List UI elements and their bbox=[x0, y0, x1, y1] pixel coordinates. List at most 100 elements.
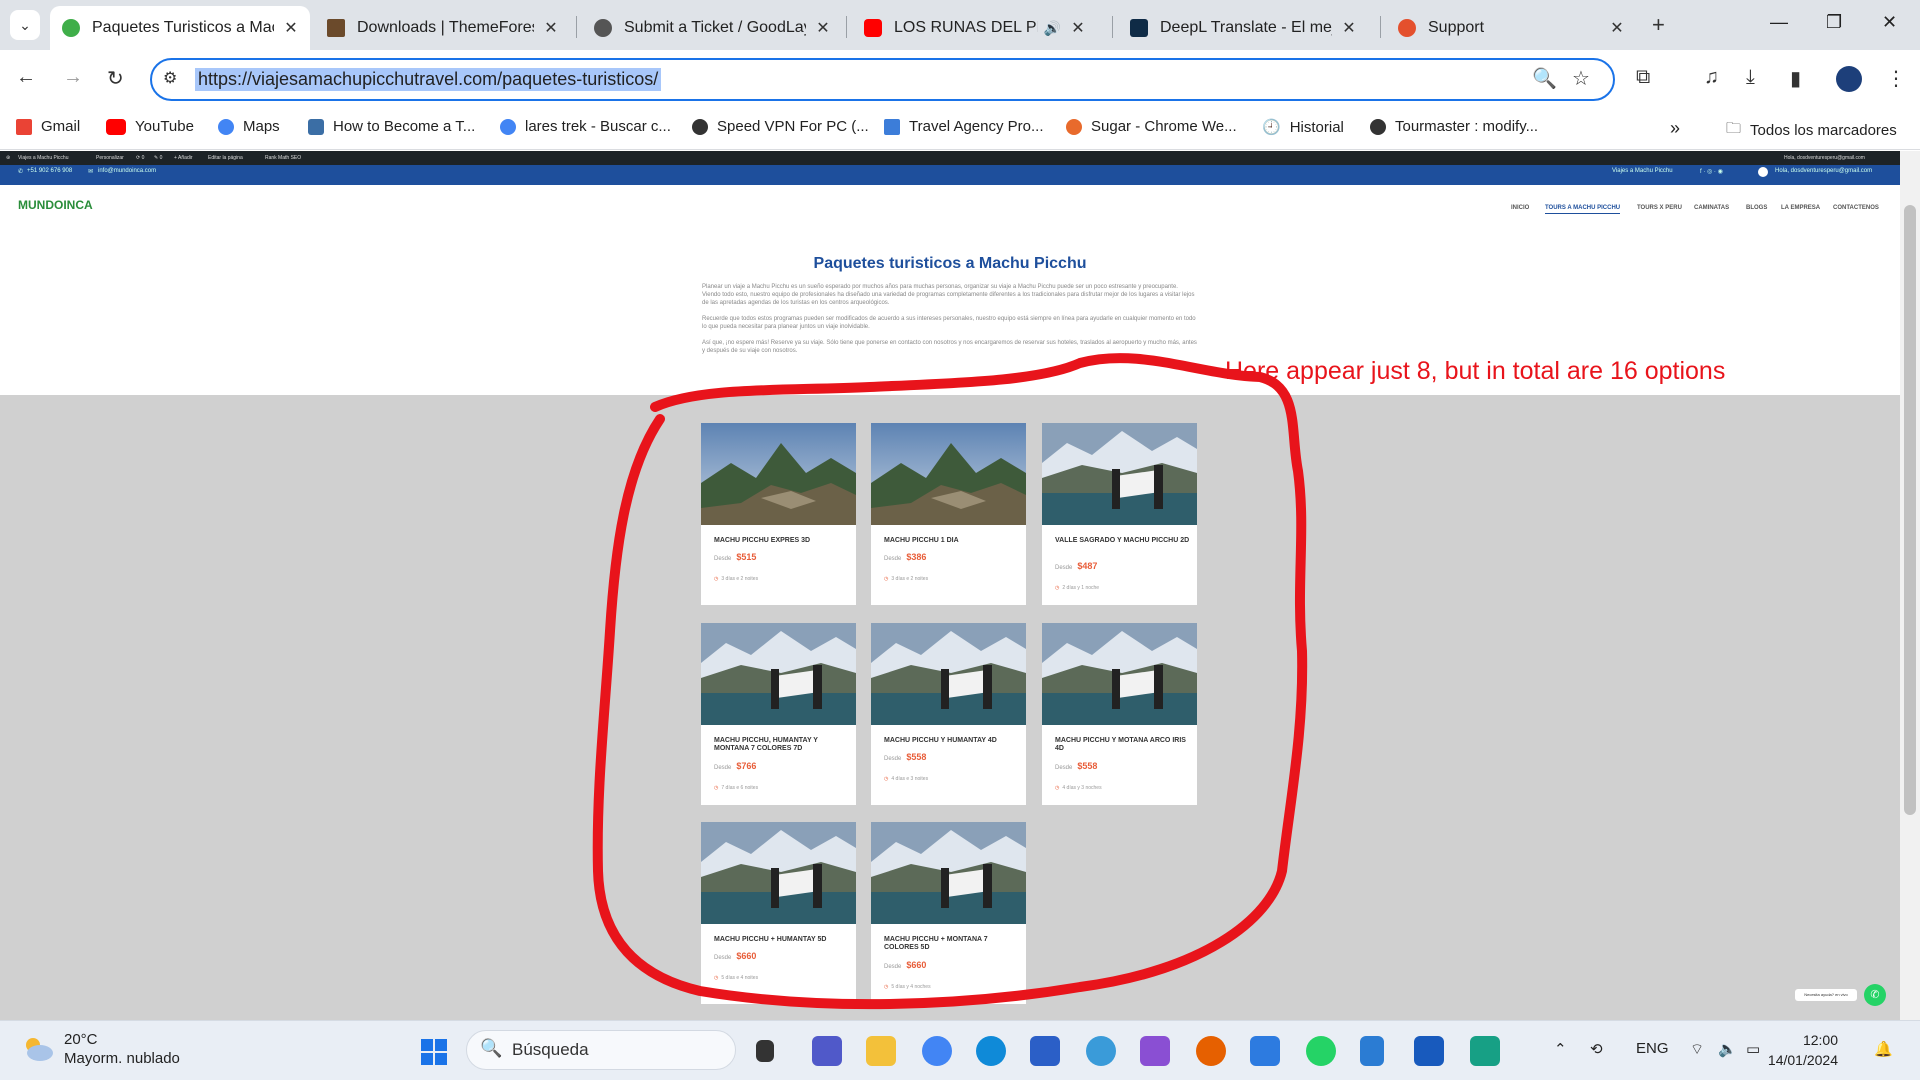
annotation-note: Here appear just 8, but in total are 16 … bbox=[1225, 357, 1726, 385]
close-tab-icon[interactable]: ✕ bbox=[542, 18, 560, 38]
tab-downloads-themeforest[interactable]: Downloads | ThemeForest ✕ bbox=[315, 6, 570, 50]
bookmark-star-icon[interactable]: ☆ bbox=[1572, 66, 1590, 91]
firefox-app-icon[interactable] bbox=[1196, 1036, 1226, 1066]
close-tab-icon[interactable]: ✕ bbox=[282, 18, 300, 38]
youtube-icon bbox=[106, 118, 126, 135]
globe-icon bbox=[1370, 118, 1386, 135]
tab-separator bbox=[576, 16, 577, 38]
notifications-bell-icon[interactable]: 🔔 bbox=[1874, 1040, 1893, 1058]
weather-temperature[interactable]: 20°C bbox=[64, 1031, 98, 1048]
bookmark-historial[interactable]: 🕘 Historial bbox=[1262, 118, 1344, 137]
whatsapp-icon[interactable]: ✆ bbox=[1864, 984, 1886, 1006]
side-panel-icon[interactable]: ▮ bbox=[1790, 66, 1801, 91]
support-favicon-icon bbox=[1398, 19, 1416, 37]
new-tab-button[interactable]: + bbox=[1652, 12, 1665, 38]
live-chat-bubble[interactable]: Necesita ayuda? en vivo bbox=[1795, 989, 1857, 1001]
tab-separator bbox=[1380, 16, 1381, 38]
all-bookmarks-folder[interactable]: 🗀 Todos los marcadores bbox=[1726, 118, 1897, 143]
chevron-down-icon: ⌄ bbox=[19, 16, 31, 33]
close-tab-icon[interactable]: ✕ bbox=[1340, 18, 1358, 38]
scrollbar-thumb[interactable] bbox=[1904, 205, 1916, 815]
close-tab-icon[interactable]: ✕ bbox=[814, 18, 832, 38]
site-info-icon[interactable]: ⚙ bbox=[163, 68, 177, 88]
grammarly-app-icon[interactable] bbox=[1470, 1036, 1500, 1066]
deepl-icon bbox=[1130, 19, 1148, 37]
language-indicator[interactable]: ENG bbox=[1636, 1040, 1669, 1057]
tab-search-button[interactable]: ⌄ bbox=[10, 10, 40, 40]
bookmark-how-to-become[interactable]: How to Become a T... bbox=[308, 118, 475, 135]
downloads-icon[interactable]: ⤓ bbox=[1746, 66, 1755, 89]
bookmark-youtube[interactable]: YouTube bbox=[106, 118, 194, 135]
taskbar-search-box[interactable] bbox=[466, 1030, 736, 1070]
word-app-icon[interactable] bbox=[1414, 1036, 1444, 1066]
bookmark-gmail[interactable]: Gmail bbox=[16, 118, 80, 135]
close-tab-icon[interactable]: ✕ bbox=[1069, 18, 1087, 38]
whatsapp-app-icon[interactable] bbox=[1306, 1036, 1336, 1066]
close-window-button[interactable]: ✕ bbox=[1882, 12, 1897, 33]
minimize-window-button[interactable]: — bbox=[1770, 12, 1788, 33]
store-app-icon[interactable] bbox=[1030, 1036, 1060, 1066]
menu-kebab-icon[interactable]: ⋮ bbox=[1886, 66, 1906, 91]
tray-chevron-up-icon[interactable]: ⌃ bbox=[1554, 1040, 1567, 1058]
sync-icon[interactable]: ⟲ bbox=[1590, 1040, 1603, 1058]
youtube-icon bbox=[864, 19, 882, 37]
volume-icon[interactable]: 🔈 bbox=[1718, 1040, 1737, 1058]
close-tab-icon[interactable]: ✕ bbox=[1608, 18, 1626, 38]
more-bookmarks-chevron-icon[interactable]: » bbox=[1670, 118, 1680, 139]
bookmark-travel-agency[interactable]: Travel Agency Pro... bbox=[884, 118, 1044, 135]
site-favicon-icon bbox=[62, 19, 80, 37]
reload-button[interactable]: ↻ bbox=[107, 66, 124, 91]
windows-start-icon[interactable] bbox=[420, 1038, 448, 1066]
clipchamp-app-icon[interactable] bbox=[1140, 1036, 1170, 1066]
teams-app-icon[interactable] bbox=[812, 1036, 842, 1066]
bookmark-lares-trek[interactable]: lares trek - Buscar c... bbox=[500, 118, 671, 135]
zoom-icon[interactable]: 🔍 bbox=[1532, 66, 1557, 91]
speaker-icon[interactable]: 🔊 bbox=[1044, 20, 1061, 37]
chrome-store-icon bbox=[1066, 118, 1082, 135]
copilot-app-icon[interactable] bbox=[1086, 1036, 1116, 1066]
google-icon bbox=[218, 118, 234, 135]
themeforest-favicon-icon bbox=[327, 19, 345, 37]
extension-app-icon[interactable] bbox=[1250, 1036, 1280, 1066]
terminal-app-icon[interactable] bbox=[756, 1040, 774, 1062]
cloudy-weather-icon[interactable] bbox=[22, 1035, 54, 1063]
bookmark-tourmaster[interactable]: Tourmaster : modify... bbox=[1370, 118, 1538, 135]
media-controls-icon[interactable]: ♫ bbox=[1704, 66, 1719, 89]
google-icon bbox=[500, 118, 516, 135]
tab-deepl[interactable]: DeepL Translate - El mejor ✕ bbox=[1118, 6, 1368, 50]
chrome-app-icon[interactable] bbox=[922, 1036, 952, 1066]
back-button[interactable]: ← bbox=[16, 66, 36, 89]
folder-icon: 🗀 bbox=[1726, 120, 1742, 137]
file-explorer-icon[interactable] bbox=[866, 1036, 896, 1066]
tab-separator bbox=[846, 16, 847, 38]
gmail-icon bbox=[16, 118, 32, 135]
edge-app-icon[interactable] bbox=[976, 1036, 1006, 1066]
page-viewport: ⊛ Viajes a Machu Picchu Personalizar ⟳ 0… bbox=[0, 151, 1900, 1020]
tab-submit-ticket[interactable]: Submit a Ticket / GoodLayers ✕ bbox=[582, 6, 842, 50]
clock-time[interactable]: 12:00 bbox=[1780, 1032, 1838, 1048]
taskbar-search-placeholder: Búsqueda bbox=[512, 1040, 589, 1059]
search-icon: 🔍 bbox=[480, 1038, 503, 1058]
restore-window-button[interactable]: ❐ bbox=[1826, 12, 1842, 33]
wifi-icon[interactable]: ⌔ bbox=[1690, 1040, 1704, 1059]
url-text[interactable]: https://viajesamachupicchutravel.com/paq… bbox=[195, 68, 662, 91]
annotation-circle bbox=[592, 353, 1308, 1010]
tab-support[interactable]: Support ✕ bbox=[1386, 6, 1636, 50]
windows-taskbar bbox=[0, 1020, 1920, 1080]
tab-strip: ⌄ Paquetes Turisticos a Machu Picchu ✕ D… bbox=[0, 0, 1920, 50]
history-icon: 🕘 bbox=[1262, 119, 1281, 136]
forward-button[interactable]: → bbox=[63, 66, 83, 89]
notepad-app-icon[interactable] bbox=[1360, 1036, 1384, 1066]
bookmark-sugar[interactable]: Sugar - Chrome We... bbox=[1066, 118, 1237, 135]
tab-paquetes-turisticos[interactable]: Paquetes Turisticos a Machu Picchu ✕ bbox=[50, 6, 310, 50]
bookmark-speed-vpn[interactable]: Speed VPN For PC (... bbox=[692, 118, 869, 135]
weather-description[interactable]: Mayorm. nublado bbox=[64, 1050, 180, 1067]
profile-avatar[interactable] bbox=[1836, 66, 1862, 92]
globe-icon bbox=[594, 19, 612, 37]
site-icon bbox=[884, 118, 900, 135]
site-icon bbox=[308, 118, 324, 135]
tab-los-runas[interactable]: LOS RUNAS DEL PERÚ 🔊 ✕ bbox=[852, 6, 1097, 50]
bookmark-maps[interactable]: Maps bbox=[218, 118, 280, 135]
extensions-icon[interactable]: ⧉ bbox=[1636, 66, 1650, 89]
clock-date[interactable]: 14/01/2024 bbox=[1758, 1052, 1838, 1068]
